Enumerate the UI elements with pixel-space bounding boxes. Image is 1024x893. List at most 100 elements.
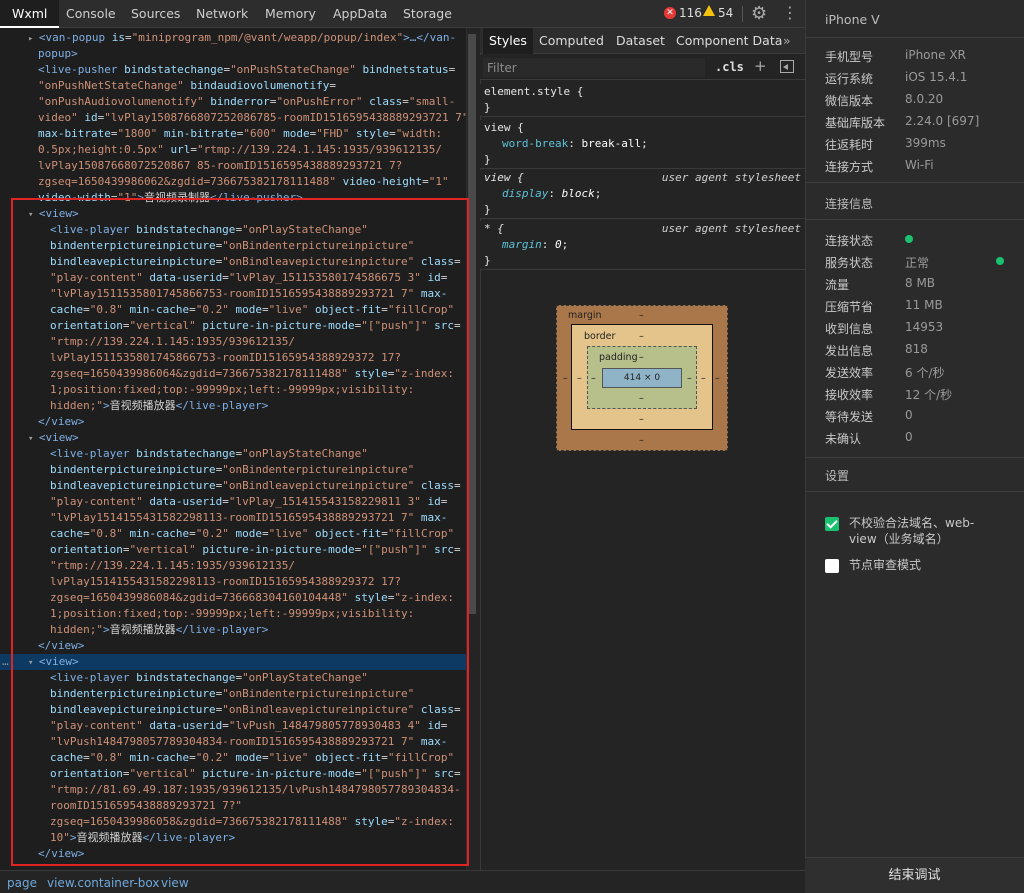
tree-line[interactable]: lvPlay1514155431582298113-roomID15165954…	[0, 574, 466, 590]
tree-line[interactable]: bindleavepictureinpicture = "onBindleavepi…	[0, 254, 466, 270]
tree-line[interactable]: </view>	[0, 414, 466, 430]
tree-line[interactable]: "onPushAudiovolumenotify" binderror = "onP…	[0, 94, 466, 110]
tree-line[interactable]: zgseq=1650439986058&zgdid=73667538217811…	[0, 814, 466, 830]
css-rule[interactable]: * {user agent stylesheet margin: 0;}	[480, 221, 805, 270]
tree-line[interactable]: roomID1516595438889293721 7?"	[0, 798, 466, 814]
tab-sources[interactable]: Sources	[131, 0, 180, 27]
tree-line[interactable]: bindenterpictureinpicture="onBindenterpi…	[0, 686, 466, 702]
end-debug-button[interactable]: 结束调试	[805, 857, 1024, 893]
node-inspect-checkbox[interactable]	[825, 559, 839, 573]
tab-component-data[interactable]: Component Data	[670, 28, 788, 54]
tree-line[interactable]: zgseq=1650439986062&zgdid=73667538217811…	[0, 174, 466, 190]
css-value[interactable]: block	[562, 187, 595, 200]
tree-line[interactable]: orientation = "vertical" picture-in-pictur…	[0, 542, 466, 558]
expand-toggle-icon[interactable]: ▾	[28, 434, 39, 444]
tree-line[interactable]: hidden;">音视频播放器</live-player>	[0, 398, 466, 414]
tab-storage[interactable]: Storage	[403, 0, 452, 27]
tree-line[interactable]: bindenterpictureinpicture="onBindenterpi…	[0, 238, 466, 254]
breadcrumb-view[interactable]: view	[161, 876, 189, 890]
more-tabs-icon[interactable]: »	[777, 28, 797, 54]
tab-memory[interactable]: Memory	[265, 0, 316, 27]
tab-wxml[interactable]: Wxml	[0, 0, 60, 28]
tree-line[interactable]: <live-player bindstatechange="onPlayStat…	[0, 222, 466, 238]
tree-scrollbar-thumb[interactable]	[468, 34, 476, 614]
tree-line[interactable]: cache="0.8" min-cache="0.2" mode="live" …	[0, 750, 466, 766]
tab-styles[interactable]: Styles	[483, 28, 533, 54]
css-value[interactable]: 0	[555, 238, 562, 251]
skip-domain-check-checkbox[interactable]	[825, 517, 839, 531]
tab-console[interactable]: Console	[66, 0, 116, 27]
tree-line[interactable]: 1;position:fixed;top:-99999px;left:-9999…	[0, 606, 466, 622]
tree-line[interactable]: </view>	[0, 638, 466, 654]
css-declaration[interactable]: word-break: break-all;	[502, 136, 648, 152]
css-property[interactable]: word-break	[502, 137, 568, 150]
css-property[interactable]: margin	[502, 238, 542, 251]
tree-line[interactable]: zgseq=1650439986064&zgdid=73667538217811…	[0, 366, 466, 382]
tree-line[interactable]: zgseq=1650439986084&zgdid=73666830416010…	[0, 590, 466, 606]
breadcrumb-page[interactable]: page	[7, 876, 37, 890]
tree-line[interactable]: "rtmp://139.224.1.145:1935/939612135/	[0, 558, 466, 574]
rule-origin[interactable]: user agent stylesheet	[662, 170, 801, 186]
warning-icon[interactable]	[703, 5, 715, 16]
tree-line[interactable]: cache="0.8" min-cache="0.2" mode="live" …	[0, 302, 466, 318]
tree-line[interactable]: video" id="lvPlay150876680725208678­5-ro…	[0, 110, 466, 126]
gear-icon[interactable]: ⚙	[751, 3, 767, 24]
tree-line[interactable]: ▾ <view>	[0, 430, 466, 446]
tree-line[interactable]: lvPlay15087668072520867 85-roomID1516595…	[0, 158, 466, 174]
tree-line[interactable]: </view>	[0, 846, 466, 862]
tree-line[interactable]: bindleavepictureinpicture = "onBindleavepi…	[0, 702, 466, 718]
selected-node-ellipsis[interactable]: …	[2, 655, 9, 668]
wxml-element-tree[interactable]: ▸ <van-popup is = "miniprogram_npm/@vant/w…	[0, 28, 466, 870]
tree-line[interactable]: "onPushNetStateChange" bindaudiovolumeno…	[0, 78, 466, 94]
tree-line[interactable]: "play-content" data-userid="lvPlay_15115…	[0, 270, 466, 286]
styles-filter-input[interactable]	[483, 58, 705, 77]
expand-toggle-icon[interactable]: ▸	[28, 34, 39, 44]
warning-count[interactable]: 54	[718, 6, 733, 20]
css-rule[interactable]: view {word-break: break-all;}	[480, 120, 805, 169]
css-rule[interactable]: view {user agent stylesheet display: bloc…	[480, 170, 805, 219]
css-declaration[interactable]: display: block;	[502, 186, 601, 202]
tree-line[interactable]: "lvPlay1511535801745866753-roomID1516595…	[0, 286, 466, 302]
error-icon[interactable]: ✕	[664, 7, 676, 19]
tree-line[interactable]: "lvPush1484798057789304834-roomID1516595…	[0, 734, 466, 750]
tree-line[interactable]: "rtmp://81.69.49.187:1935/939612135/lvPu…	[0, 782, 466, 798]
css-declaration[interactable]: margin: 0;	[502, 237, 568, 253]
tree-line[interactable]: orientation = "vertical" picture-in-pictur…	[0, 766, 466, 782]
tree-line[interactable]: hidden;">音视频播放器</live-player>	[0, 622, 466, 638]
tree-line[interactable]: 10">音视频播放器</live-player>	[0, 830, 466, 846]
expand-toggle-icon[interactable]: ▾	[28, 658, 39, 668]
tree-line[interactable]: lvPlay1511535801745866753-roomID15165954…	[0, 350, 466, 366]
toggle-sidebar-icon[interactable]	[780, 60, 794, 73]
tab-appdata[interactable]: AppData	[333, 0, 387, 27]
tree-line[interactable]: video-width="1">音视频录制器</live-pusher>	[0, 190, 466, 206]
tree-line[interactable]: cache="0.8" min-cache="0.2" mode="live" …	[0, 526, 466, 542]
tree-line[interactable]: max-bitrate="1800" min-bitrate="600" mod…	[0, 126, 466, 142]
more-vertical-icon[interactable]: ⋮	[782, 3, 798, 22]
tree-line[interactable]: <live-player bindstatechange="onPlayStat…	[0, 670, 466, 686]
tree-line[interactable]: popup>	[0, 46, 466, 62]
tab-dataset[interactable]: Dataset	[610, 28, 671, 54]
tree-line[interactable]: 0.5px;height:0.5px" url="rtmp://139.224.…	[0, 142, 466, 158]
breadcrumb-container-box[interactable]: view.container-box	[47, 876, 159, 890]
error-count[interactable]: 116	[679, 6, 702, 20]
add-rule-icon[interactable]: +	[754, 57, 767, 75]
tree-node-selected[interactable]: ▾ <view>	[0, 654, 466, 670]
tree-line[interactable]: <live-pusher bindstatechange = "onPushStat…	[0, 62, 466, 78]
css-value[interactable]: break-all	[581, 137, 641, 150]
css-property[interactable]: display	[502, 187, 548, 200]
tab-network[interactable]: Network	[196, 0, 248, 27]
expand-toggle-icon[interactable]: ▾	[28, 210, 39, 220]
tab-computed[interactable]: Computed	[533, 28, 610, 54]
cls-toggle-button[interactable]: .cls	[715, 60, 744, 74]
tree-line[interactable]: ▸ <van-popup is="miniprogram_npm/@vant/w…	[0, 30, 466, 46]
tree-line[interactable]: <live-player bindstatechange="onPlayStat…	[0, 446, 466, 462]
css-rule[interactable]: element.style {}	[480, 84, 805, 117]
tree-line[interactable]: "play-content" data-userid="lvPush_14847…	[0, 718, 466, 734]
tree-line[interactable]: bindenterpictureinpicture="onBindenterpi…	[0, 462, 466, 478]
tree-line[interactable]: 1;position:fixed;top:-99999px;left:-9999…	[0, 382, 466, 398]
tree-line[interactable]: "play-content" data-userid="lvPlay_15141…	[0, 494, 466, 510]
tree-line[interactable]: orientation = "vertical" picture-in-pictur…	[0, 318, 466, 334]
tree-line[interactable]: ▾ <view>	[0, 206, 466, 222]
tree-line[interactable]: "rtmp://139.224.1.145:1935/939612135/	[0, 334, 466, 350]
tree-line[interactable]: "lvPlay1514155431582298113-roomID1516595…	[0, 510, 466, 526]
